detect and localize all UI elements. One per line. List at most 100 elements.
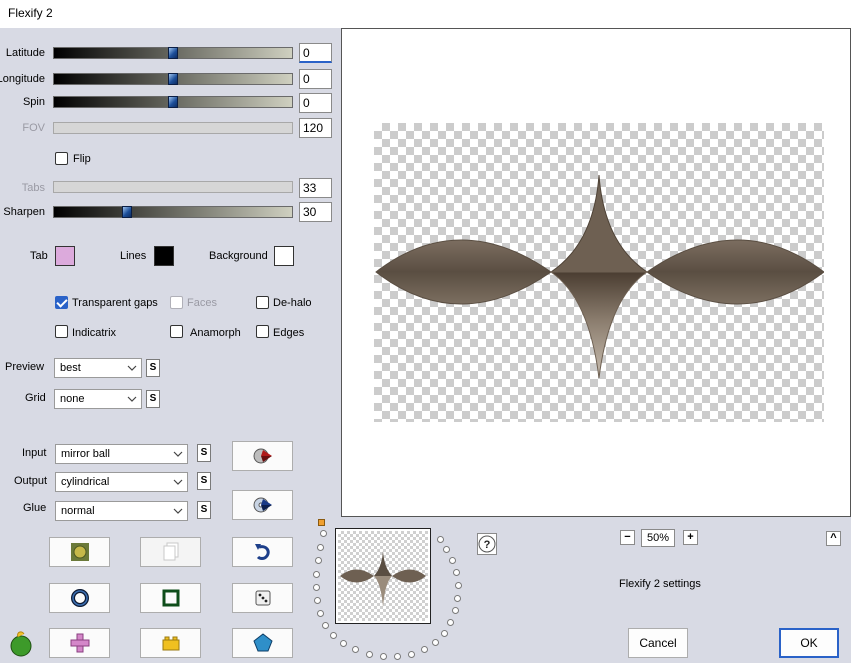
orbit-dot[interactable] xyxy=(408,651,415,658)
solid-button[interactable] xyxy=(232,628,293,658)
orbit-dot[interactable] xyxy=(394,653,401,660)
sharpen-field[interactable]: 30 xyxy=(299,202,332,222)
glue-select-value: normal xyxy=(61,505,95,517)
edges-checkbox[interactable] xyxy=(256,325,269,338)
output-select[interactable]: cylindrical xyxy=(55,472,188,492)
de-halo-checkbox[interactable] xyxy=(256,296,269,309)
frame-button[interactable] xyxy=(140,583,201,613)
preview-select-label: Preview xyxy=(5,361,45,373)
latitude-slider[interactable] xyxy=(53,47,293,59)
de-halo-label: De-halo xyxy=(273,297,312,309)
transparent-gaps-checkbox[interactable] xyxy=(55,296,68,309)
orbit-dot[interactable] xyxy=(380,653,387,660)
brick-button[interactable] xyxy=(140,628,201,658)
ball-arrow-icon xyxy=(253,448,272,464)
faces-checkbox xyxy=(170,296,183,309)
navigator-thumbnail[interactable] xyxy=(335,528,431,624)
spin-slider-thumb[interactable] xyxy=(168,96,178,108)
orbit-dot[interactable] xyxy=(452,607,459,614)
orbit-dot[interactable] xyxy=(454,595,461,602)
orbit-dot[interactable] xyxy=(449,557,456,564)
longitude-slider[interactable] xyxy=(53,73,293,85)
indicatrix-label: Indicatrix xyxy=(72,327,117,339)
zoom-in-button[interactable]: + xyxy=(683,530,698,545)
longitude-slider-thumb[interactable] xyxy=(168,73,178,85)
tabs-label: Tabs xyxy=(21,182,45,194)
orbit-marker-handle[interactable] xyxy=(318,519,325,526)
collapse-button[interactable]: ^ xyxy=(826,531,841,546)
sharpen-slider-thumb[interactable] xyxy=(122,206,132,218)
settings-name: Flexify 2 settings xyxy=(619,578,701,590)
random-button[interactable] xyxy=(232,583,293,613)
orbit-dot[interactable] xyxy=(453,569,460,576)
ok-button[interactable]: OK xyxy=(779,628,839,658)
preview-select-value: best xyxy=(60,362,81,374)
orbit-dot[interactable] xyxy=(317,610,324,617)
input-select[interactable]: mirror ball xyxy=(55,444,188,464)
chevron-down-icon xyxy=(173,508,183,514)
preview-canvas[interactable] xyxy=(341,28,851,517)
orbit-dot[interactable] xyxy=(352,646,359,653)
glue-select[interactable]: normal xyxy=(55,501,188,521)
image-map-button[interactable] xyxy=(49,537,110,567)
orbit-dot[interactable] xyxy=(455,582,462,589)
ring-button[interactable] xyxy=(49,583,110,613)
dice-icon xyxy=(255,590,270,606)
orbit-dot[interactable] xyxy=(315,557,322,564)
undo-icon xyxy=(254,544,270,560)
indicatrix-checkbox[interactable] xyxy=(55,325,68,338)
ring-icon xyxy=(70,589,89,607)
zoom-out-button[interactable]: − xyxy=(620,530,635,545)
spin-slider[interactable] xyxy=(53,96,293,108)
anamorph-checkbox[interactable] xyxy=(170,325,183,338)
orbit-dot[interactable] xyxy=(366,651,373,658)
spin-field[interactable]: 0 xyxy=(299,93,332,113)
latitude-field[interactable]: 0 xyxy=(299,43,332,63)
lines-color-swatch[interactable] xyxy=(154,246,174,266)
copy-button[interactable] xyxy=(140,537,201,567)
tab-color-swatch[interactable] xyxy=(55,246,75,266)
preview-s-button[interactable]: S xyxy=(146,359,160,377)
svg-text:?: ? xyxy=(484,539,491,551)
transparent-gaps-label: Transparent gaps xyxy=(72,297,158,309)
chevron-down-icon xyxy=(127,396,137,402)
orbit-dot[interactable] xyxy=(322,622,329,629)
preview-select[interactable]: best xyxy=(54,358,142,378)
orbit-dot[interactable] xyxy=(441,630,448,637)
glue-s-button[interactable]: S xyxy=(197,501,211,519)
longitude-field[interactable]: 0 xyxy=(299,69,332,89)
orbit-dot[interactable] xyxy=(320,530,327,537)
orbit-dot[interactable] xyxy=(340,640,347,647)
undo-button[interactable] xyxy=(232,537,293,567)
orbit-dot[interactable] xyxy=(421,646,428,653)
orbit-dot[interactable] xyxy=(432,639,439,646)
orbit-dot[interactable] xyxy=(447,619,454,626)
output-s-button[interactable]: S xyxy=(197,472,211,490)
input-s-button[interactable]: S xyxy=(197,444,211,462)
grid-s-button[interactable]: S xyxy=(146,390,160,408)
grid-select[interactable]: none xyxy=(54,389,142,409)
brick-icon xyxy=(162,636,179,651)
grid-select-value: none xyxy=(60,393,85,405)
sharpen-slider[interactable] xyxy=(53,206,293,218)
input-action-button[interactable] xyxy=(232,441,293,471)
zoom-level: 50% xyxy=(641,529,675,547)
output-action-button[interactable] xyxy=(232,490,293,520)
orbit-dot[interactable] xyxy=(330,632,337,639)
orbit-dot[interactable] xyxy=(313,571,320,578)
latitude-slider-thumb[interactable] xyxy=(168,47,178,59)
orbit-dot[interactable] xyxy=(313,584,320,591)
background-color-swatch[interactable] xyxy=(274,246,294,266)
orbit-dot[interactable] xyxy=(443,546,450,553)
net-button[interactable] xyxy=(49,628,110,658)
help-button[interactable]: ? xyxy=(477,533,497,555)
flip-checkbox[interactable] xyxy=(55,152,68,165)
cancel-button[interactable]: Cancel xyxy=(628,628,688,658)
input-select-value: mirror ball xyxy=(61,448,110,460)
background-color-label: Background xyxy=(209,250,268,262)
spin-label: Spin xyxy=(22,96,45,108)
flip-label: Flip xyxy=(73,153,91,165)
orbit-dot[interactable] xyxy=(437,536,444,543)
orbit-dot[interactable] xyxy=(317,544,324,551)
orbit-dot[interactable] xyxy=(314,597,321,604)
